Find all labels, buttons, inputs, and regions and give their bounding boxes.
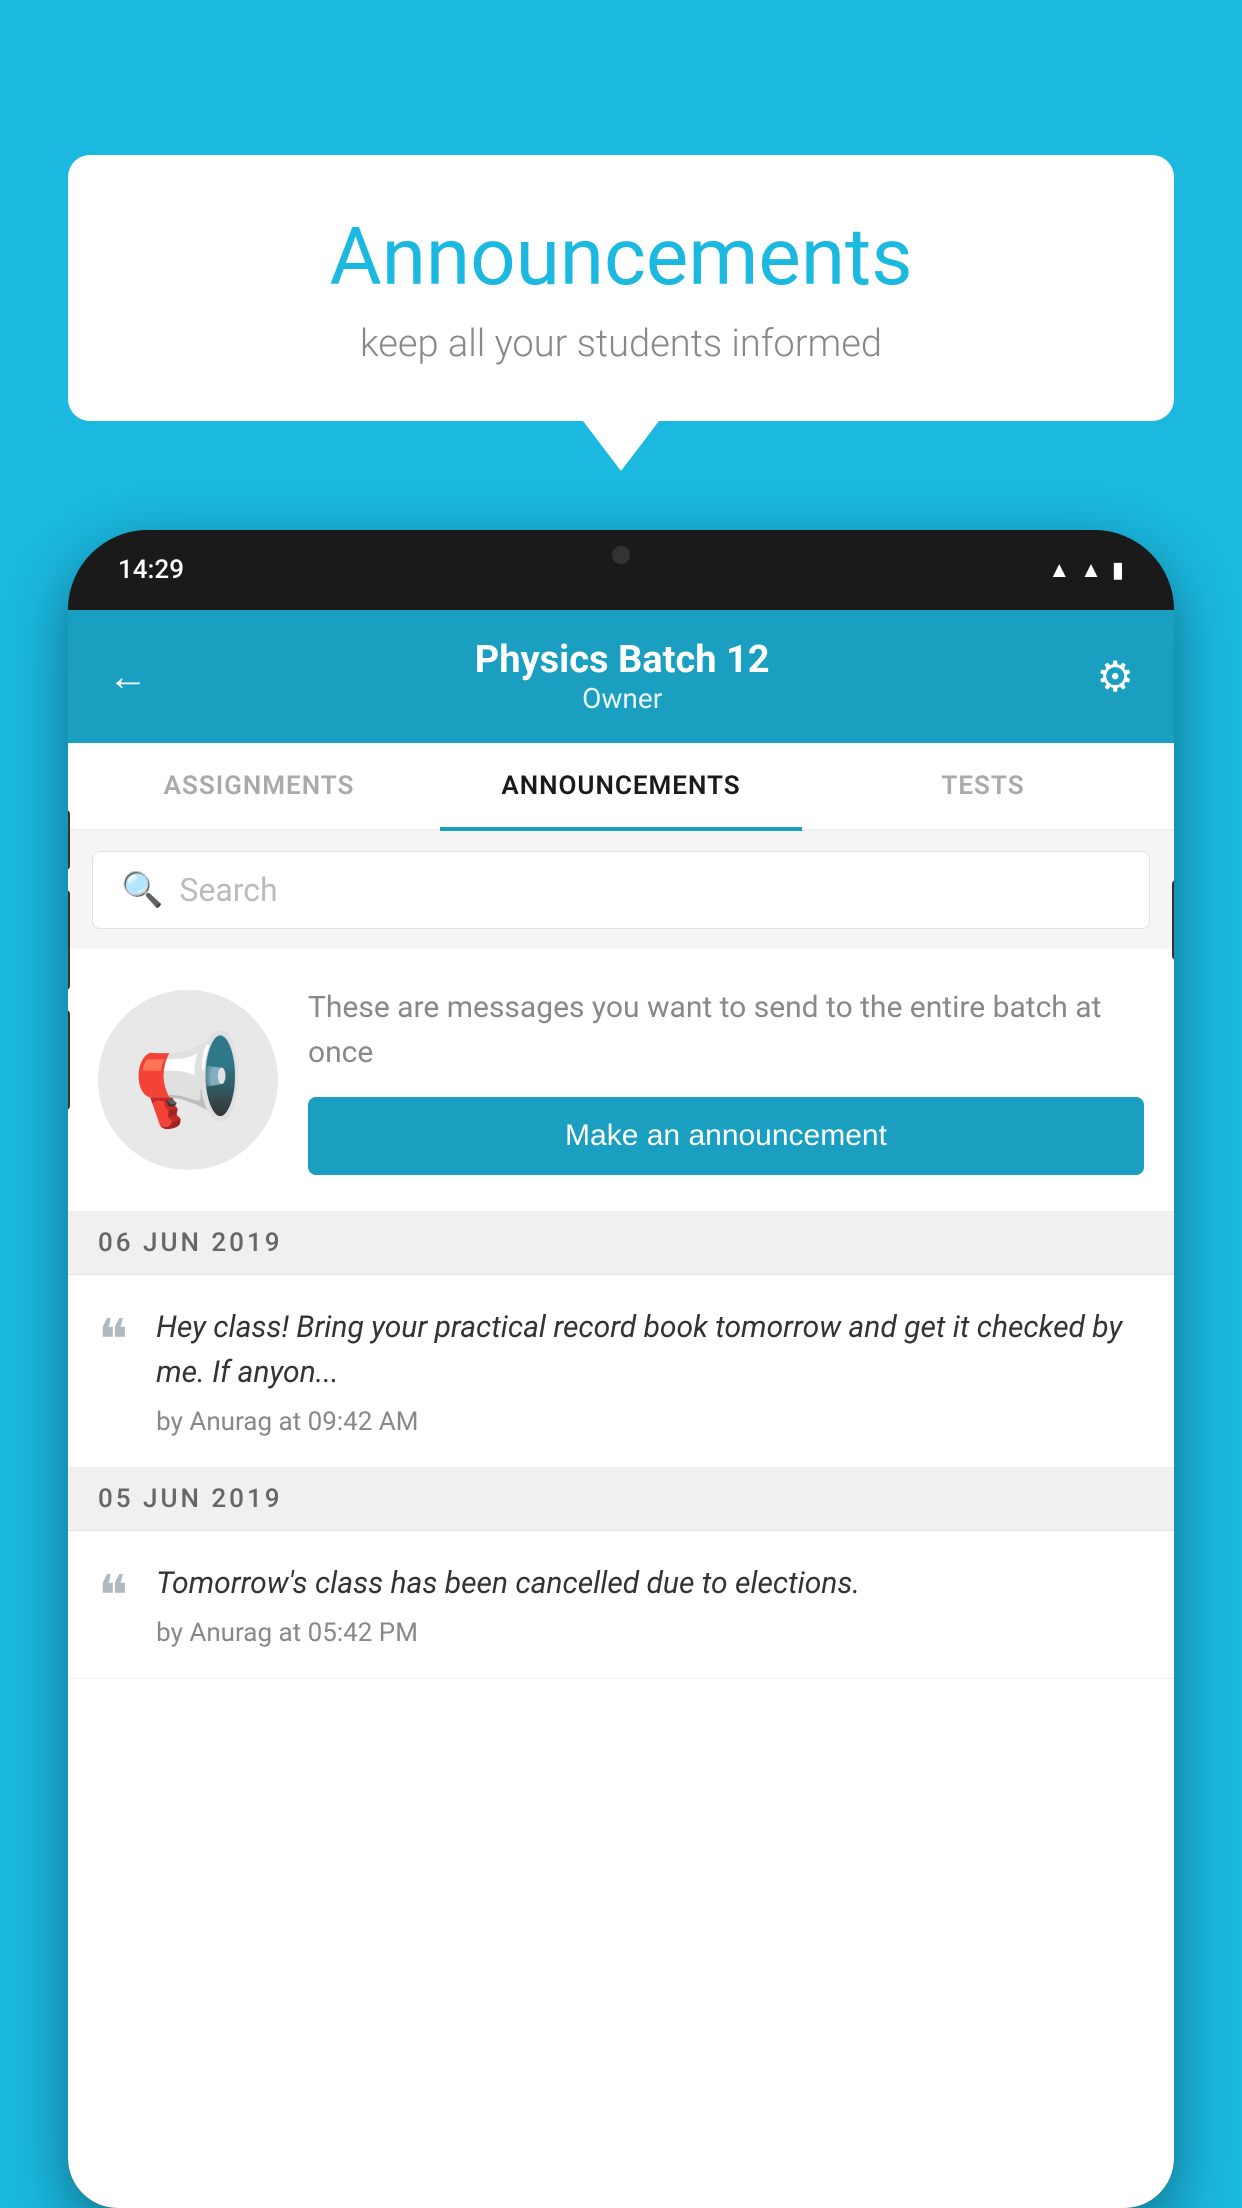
silent-button	[68, 1010, 70, 1110]
phone-frame: 14:29 ▲ ▲ ▮ ← Physics Batch 12 Owner ⚙ A…	[68, 530, 1174, 2208]
volume-down-button	[68, 890, 70, 990]
megaphone-icon: 📢	[132, 1028, 244, 1133]
volume-up-button	[68, 810, 70, 870]
date-separator-1: 06 JUN 2019	[68, 1212, 1174, 1275]
tab-assignments[interactable]: ASSIGNMENTS	[78, 743, 440, 829]
app-content: ← Physics Batch 12 Owner ⚙ ASSIGNMENTS A…	[68, 610, 1174, 2208]
status-time: 14:29	[118, 555, 184, 585]
quote-icon-2: ❝	[98, 1569, 128, 1625]
signal-icon: ▲	[1080, 557, 1102, 583]
speech-bubble: Announcements keep all your students inf…	[68, 155, 1174, 421]
prompt-right: These are messages you want to send to t…	[308, 985, 1144, 1175]
announcement-prompt: 📢 These are messages you want to send to…	[68, 949, 1174, 1212]
message-content-1: Hey class! Bring your practical record b…	[156, 1305, 1144, 1437]
message-text-2: Tomorrow's class has been cancelled due …	[156, 1561, 1144, 1606]
status-bar: 14:29 ▲ ▲ ▮	[68, 530, 1174, 610]
search-bar-container: 🔍 Search	[68, 831, 1174, 949]
tabs-bar: ASSIGNMENTS ANNOUNCEMENTS TESTS	[68, 743, 1174, 831]
message-content-2: Tomorrow's class has been cancelled due …	[156, 1561, 1144, 1648]
search-icon: 🔍	[121, 870, 163, 910]
power-button	[1172, 880, 1174, 960]
prompt-description: These are messages you want to send to t…	[308, 985, 1144, 1075]
megaphone-circle: 📢	[98, 990, 278, 1170]
battery-icon: ▮	[1112, 558, 1124, 583]
speech-bubble-subtitle: keep all your students informed	[128, 322, 1114, 366]
status-icons: ▲ ▲ ▮	[1048, 557, 1124, 583]
tab-tests[interactable]: TESTS	[802, 743, 1164, 829]
message-meta-2: by Anurag at 05:42 PM	[156, 1618, 1144, 1648]
speech-bubble-arrow	[583, 421, 659, 471]
message-item-1: ❝ Hey class! Bring your practical record…	[68, 1275, 1174, 1468]
message-meta-1: by Anurag at 09:42 AM	[156, 1407, 1144, 1437]
make-announcement-button[interactable]: Make an announcement	[308, 1097, 1144, 1175]
app-header: ← Physics Batch 12 Owner ⚙	[68, 610, 1174, 743]
speech-bubble-title: Announcements	[128, 210, 1114, 304]
header-center: Physics Batch 12 Owner	[475, 638, 770, 715]
tab-announcements[interactable]: ANNOUNCEMENTS	[440, 743, 802, 829]
date-separator-2: 05 JUN 2019	[68, 1468, 1174, 1531]
quote-icon-1: ❝	[98, 1313, 128, 1369]
search-placeholder: Search	[179, 871, 277, 909]
notch	[561, 530, 681, 580]
wifi-icon: ▲	[1048, 557, 1070, 583]
message-text-1: Hey class! Bring your practical record b…	[156, 1305, 1144, 1395]
header-subtitle: Owner	[475, 682, 770, 715]
back-button[interactable]: ←	[108, 653, 148, 700]
speech-bubble-section: Announcements keep all your students inf…	[68, 155, 1174, 471]
header-title: Physics Batch 12	[475, 638, 770, 682]
message-item-2: ❝ Tomorrow's class has been cancelled du…	[68, 1531, 1174, 1679]
settings-icon[interactable]: ⚙	[1096, 652, 1134, 702]
search-bar[interactable]: 🔍 Search	[92, 851, 1150, 929]
camera	[612, 546, 630, 564]
